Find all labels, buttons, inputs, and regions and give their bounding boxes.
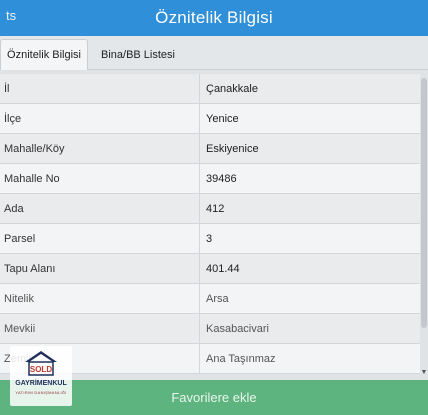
table-row: İl Çanakkale xyxy=(0,74,420,104)
table-row: Tapu Alanı 401.44 xyxy=(0,254,420,284)
watermark-tagline: YATIRIM DANIŞMANLIĞI xyxy=(15,390,67,395)
back-link[interactable]: ts xyxy=(6,8,16,23)
title-bar: ts Öznitelik Bilgisi xyxy=(0,0,428,36)
table-row: İlçe Yenice xyxy=(0,104,420,134)
table-row: Mahalle No 39486 xyxy=(0,164,420,194)
tab-building-list[interactable]: Bina/BB Listesi xyxy=(92,39,184,70)
table-row: Parsel 3 xyxy=(0,224,420,254)
attribute-value: Kasabacivari xyxy=(206,322,269,335)
attribute-label: Nitelik xyxy=(0,284,200,313)
attribute-value: Arsa xyxy=(206,292,229,305)
attribute-label: İl xyxy=(0,74,200,103)
table-row: Nitelik Arsa xyxy=(0,284,420,314)
tab-attribute-info[interactable]: Öznitelik Bilgisi xyxy=(0,39,88,70)
attribute-table: İl Çanakkale İlçe Yenice Mahalle/Köy Esk… xyxy=(0,74,420,379)
attribute-label: Parsel xyxy=(0,224,200,253)
page-title: Öznitelik Bilgisi xyxy=(155,8,273,27)
table-row: Ada 412 xyxy=(0,194,420,224)
attribute-label: Ada xyxy=(0,194,200,223)
attribute-label: Tapu Alanı xyxy=(0,254,200,283)
attribute-value: Eskiyenice xyxy=(206,142,259,155)
attribute-label: Mevkii xyxy=(0,314,200,343)
attribute-value: 401.44 xyxy=(206,262,240,275)
attribute-value: 39486 xyxy=(206,172,237,185)
tab-bar: Öznitelik Bilgisi Bina/BB Listesi xyxy=(0,36,428,70)
attribute-label: Mahalle No xyxy=(0,164,200,193)
attribute-label: İlçe xyxy=(0,104,200,133)
house-logo-icon: SOLD xyxy=(25,351,57,376)
attribute-value: Yenice xyxy=(206,112,239,125)
table-row: Mevkii Kasabacivari xyxy=(0,314,420,344)
attribute-value: Ana Taşınmaz xyxy=(206,352,276,365)
attribute-label: Mahalle/Köy xyxy=(0,134,200,163)
table-row: Mahalle/Köy Eskiyenice xyxy=(0,134,420,164)
attribute-value: 412 xyxy=(206,202,225,215)
scrollbar-thumb[interactable] xyxy=(421,78,427,328)
attribute-value: 3 xyxy=(206,232,213,245)
scroll-down-arrow-icon[interactable]: ▼ xyxy=(420,369,428,377)
watermark-logo: SOLD GAYRİMENKUL YATIRIM DANIŞMANLIĞI xyxy=(10,346,72,406)
attribute-value: Çanakkale xyxy=(206,82,258,95)
svg-text:SOLD: SOLD xyxy=(30,365,52,374)
table-scrollbar[interactable]: ▼ xyxy=(420,74,428,379)
watermark-company: GAYRİMENKUL xyxy=(15,380,67,387)
